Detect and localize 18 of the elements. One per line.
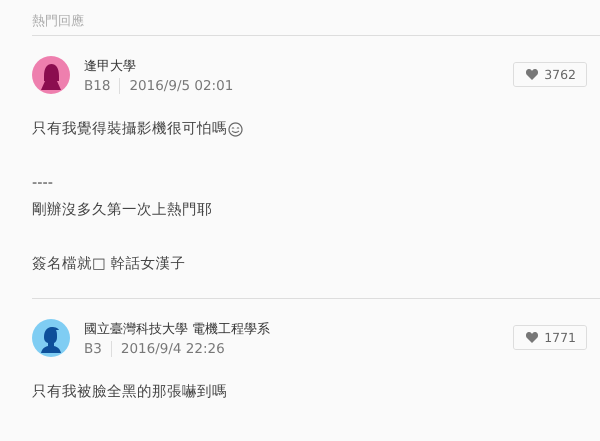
heart-icon [526, 69, 538, 80]
comment-text: 只有我覺得裝攝影機很可怕嗎 [32, 120, 227, 139]
like-button[interactable]: 3762 [513, 62, 587, 87]
post-time: 2016/9/4 22:26 [120, 340, 225, 356]
comment-text: ---- [32, 174, 53, 193]
post-time: 2016/9/5 02:01 [129, 78, 234, 94]
school-name: 國立臺灣科技大學 電機工程學系 [84, 320, 270, 338]
comment-text: 只有我被臉全黑的那張嚇到嗎 [32, 383, 227, 402]
avatar-icon [32, 56, 70, 94]
floor-number: B3 [84, 340, 102, 356]
avatar-icon [32, 319, 70, 357]
like-button[interactable]: 1771 [513, 325, 587, 350]
floor-number: B18 [84, 78, 110, 94]
comment-text: 剛辦沒多久第一次上熱門耶 [32, 200, 212, 220]
comment-text: 簽名檔就□ 幹話女漢子 [32, 255, 186, 274]
heart-icon [526, 332, 538, 343]
school-name: 逢甲大學 [84, 58, 136, 74]
section-title: 熱門回應 [32, 12, 600, 36]
